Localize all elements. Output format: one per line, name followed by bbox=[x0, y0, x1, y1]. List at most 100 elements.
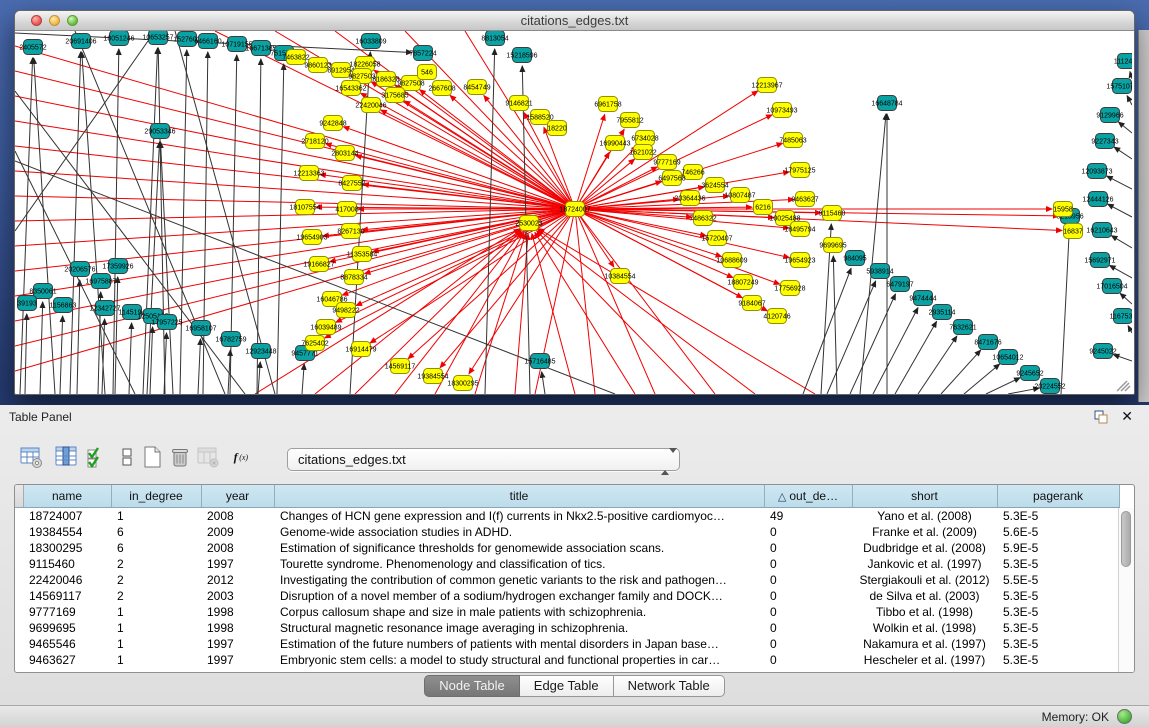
table-cell[interactable]: 2 bbox=[111, 556, 201, 572]
table-cell[interactable]: 5.3E-5 bbox=[997, 652, 1119, 668]
citation-edge[interactable] bbox=[25, 314, 27, 394]
graph-node[interactable]: 984095 bbox=[843, 251, 866, 266]
graph-node[interactable]: 1167531 bbox=[1110, 309, 1132, 324]
graph-node[interactable]: 2405572 bbox=[19, 40, 46, 55]
graph-node[interactable]: 1112473 bbox=[1114, 54, 1132, 69]
table-cell[interactable]: 0 bbox=[764, 572, 852, 588]
table-cell[interactable]: Tibbo et al. (1998) bbox=[852, 604, 997, 620]
graph-node[interactable]: 12923448 bbox=[245, 344, 276, 359]
graph-node[interactable]: 9245022 bbox=[1089, 344, 1116, 359]
table-cell[interactable]: 6 bbox=[111, 524, 201, 540]
citation-edge[interactable] bbox=[1127, 96, 1132, 105]
graph-node[interactable]: 7486322 bbox=[689, 211, 716, 226]
graph-node[interactable]: 17016504 bbox=[1096, 279, 1127, 294]
graph-node[interactable]: 7857224 bbox=[409, 46, 436, 61]
graph-node[interactable]: 2803144 bbox=[331, 146, 358, 161]
graph-node[interactable]: 15218596 bbox=[506, 48, 537, 63]
citation-edge[interactable] bbox=[198, 339, 201, 394]
graph-node[interactable]: 6734028 bbox=[631, 131, 658, 146]
table-cell[interactable]: 2008 bbox=[201, 540, 274, 556]
table-row[interactable]: 946362711997Embryonic stem cells: a mode… bbox=[15, 652, 1119, 668]
citation-edge[interactable] bbox=[77, 280, 80, 394]
citation-edge-red[interactable] bbox=[538, 230, 755, 394]
graph-node[interactable]: 9115460 bbox=[819, 206, 846, 221]
table-cell[interactable]: 5.9E-5 bbox=[997, 540, 1119, 556]
citation-edge-red[interactable] bbox=[575, 209, 706, 236]
table-cell[interactable]: 0 bbox=[764, 540, 852, 556]
citation-edge[interactable] bbox=[302, 364, 304, 394]
citation-edge[interactable] bbox=[180, 50, 187, 394]
graph-node[interactable]: 19654903 bbox=[296, 230, 327, 245]
table-cell[interactable]: Nakamura et al. (1997) bbox=[852, 636, 997, 652]
graph-node[interactable]: 2530023 bbox=[515, 216, 542, 231]
float-panel-icon[interactable] bbox=[1094, 410, 1109, 424]
citation-edge-red[interactable] bbox=[575, 209, 715, 394]
graph-node[interactable]: 10688609 bbox=[716, 253, 747, 268]
table-cell[interactable]: 18300295 bbox=[23, 540, 111, 556]
graph-node[interactable]: 2935114 bbox=[929, 305, 956, 320]
graph-node[interactable]: 16648784 bbox=[871, 96, 902, 111]
node-table[interactable]: name in_degree year title △out_de… short… bbox=[15, 485, 1120, 668]
network-graph-canvas[interactable]: 2405572206914061805124610653257152760264… bbox=[15, 31, 1132, 394]
graph-node[interactable]: 16914479 bbox=[345, 342, 376, 357]
table-row[interactable]: 1938455462009Genome-wide association stu… bbox=[15, 524, 1119, 540]
table-cell[interactable]: Yano et al. (2008) bbox=[852, 508, 997, 525]
graph-node[interactable]: 2718120 bbox=[301, 134, 328, 149]
graph-node[interactable]: 16975887 bbox=[85, 274, 116, 289]
graph-node[interactable]: 8471676 bbox=[974, 335, 1001, 350]
graph-node[interactable]: 12342727 bbox=[89, 301, 120, 316]
table-cell[interactable]: 5.3E-5 bbox=[997, 556, 1119, 572]
table-cell[interactable]: 9465546 bbox=[23, 636, 111, 652]
table-scrollbar[interactable] bbox=[1118, 508, 1134, 672]
citation-edge[interactable] bbox=[850, 294, 895, 394]
graph-node[interactable]: 7625402 bbox=[301, 336, 328, 351]
graph-node[interactable]: 39193 bbox=[17, 296, 37, 311]
graph-node[interactable]: 4120746 bbox=[763, 309, 790, 324]
citation-edge[interactable] bbox=[873, 308, 918, 394]
table-cell[interactable]: Disruption of a novel member of a sodium… bbox=[274, 588, 764, 604]
citation-edge[interactable] bbox=[1107, 176, 1132, 189]
table-cell[interactable]: 1998 bbox=[201, 604, 274, 620]
table-cell[interactable]: 5.3E-5 bbox=[997, 588, 1119, 604]
table-row[interactable]: 1456911722003Disruption of a novel membe… bbox=[15, 588, 1119, 604]
table-cell[interactable]: 1 bbox=[111, 636, 201, 652]
graph-node[interactable]: 9129966 bbox=[1096, 108, 1123, 123]
table-cell[interactable]: Wolkin et al. (1998) bbox=[852, 620, 997, 636]
citation-edge-red[interactable] bbox=[575, 114, 605, 209]
graph-node[interactable]: 19384554 bbox=[417, 369, 448, 384]
graph-node[interactable]: 19654923 bbox=[784, 253, 815, 268]
table-source-select[interactable]: citations_edges.txt bbox=[287, 448, 680, 471]
graph-node[interactable]: 9242848 bbox=[319, 116, 346, 131]
row-height-button[interactable] bbox=[114, 445, 140, 471]
citation-edge-red[interactable] bbox=[343, 127, 575, 209]
col-header-out-degree[interactable]: △out_de… bbox=[764, 485, 852, 508]
citation-edge-red[interactable] bbox=[575, 209, 655, 394]
network-canvas-container[interactable]: 2405572206914061805124610653257152760264… bbox=[15, 31, 1132, 394]
memory-ok-indicator[interactable] bbox=[1117, 709, 1132, 724]
tab-edge-table[interactable]: Edge Table bbox=[520, 675, 614, 697]
citation-edge[interactable] bbox=[1119, 122, 1132, 133]
table-row[interactable]: 969969511998Structural magnetic resonanc… bbox=[15, 620, 1119, 636]
table-cell[interactable]: 9463627 bbox=[23, 652, 111, 668]
graph-node[interactable]: 16990443 bbox=[599, 136, 630, 151]
graph-node[interactable]: 9245652 bbox=[1016, 366, 1043, 381]
graph-node[interactable]: 417008 bbox=[335, 202, 358, 217]
citation-edge[interactable] bbox=[1120, 293, 1132, 304]
table-cell[interactable]: 5.3E-5 bbox=[997, 604, 1119, 620]
col-header-year[interactable]: year bbox=[201, 485, 274, 508]
citation-edge[interactable] bbox=[70, 52, 81, 394]
citation-edge[interactable] bbox=[895, 322, 937, 394]
table-cell[interactable]: 5.6E-5 bbox=[997, 524, 1119, 540]
table-cell[interactable]: Changes of HCN gene expression and I(f) … bbox=[274, 508, 764, 525]
table-cell[interactable]: 0 bbox=[764, 652, 852, 668]
citation-edge-red[interactable] bbox=[484, 96, 575, 209]
table-cell[interactable]: 1998 bbox=[201, 620, 274, 636]
graph-node[interactable]: 8454749 bbox=[463, 80, 490, 95]
table-cell[interactable]: 5.5E-5 bbox=[997, 572, 1119, 588]
col-header-in-degree[interactable]: in_degree bbox=[111, 485, 201, 508]
citation-edge[interactable] bbox=[1061, 227, 1069, 394]
table-cell[interactable]: Investigating the contribution of common… bbox=[274, 572, 764, 588]
table-cell[interactable]: Corpus callosum shape and size in male p… bbox=[274, 604, 764, 620]
table-cell[interactable]: 2012 bbox=[201, 572, 274, 588]
graph-node[interactable]: 12444126 bbox=[1082, 192, 1113, 207]
